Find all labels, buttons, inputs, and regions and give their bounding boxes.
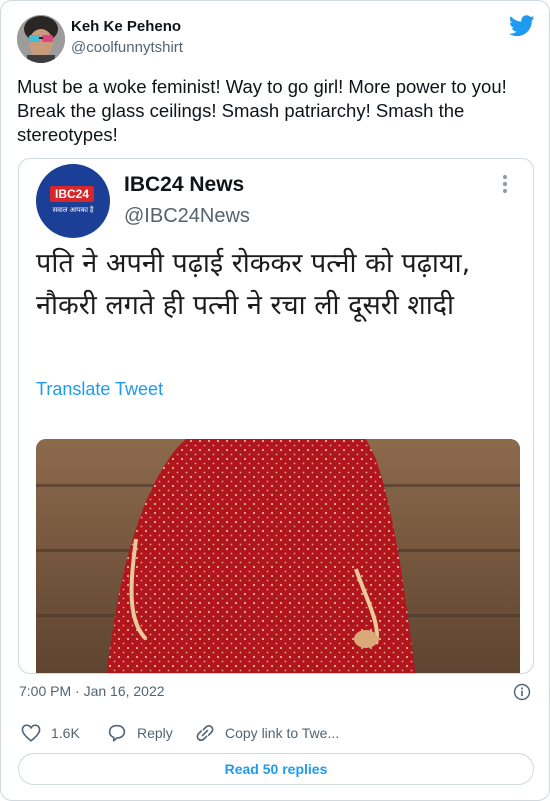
- avatar-image: [17, 15, 65, 63]
- reply-label: Reply: [137, 725, 173, 741]
- logo-tagline: सवाल आपका है: [52, 207, 94, 214]
- info-icon[interactable]: [513, 683, 531, 701]
- quoted-author-name[interactable]: IBC24 News: [124, 173, 244, 197]
- quoted-tweet[interactable]: IBC24 सवाल आपका है IBC24 News @IBC24News…: [18, 158, 534, 674]
- ibc24-logo[interactable]: IBC24 सवाल आपका है: [36, 164, 110, 238]
- copy-link-button[interactable]: Copy link to Twe...: [195, 723, 339, 743]
- like-button[interactable]: 1.6K: [21, 723, 80, 743]
- more-options-icon[interactable]: [499, 175, 511, 195]
- link-icon: [196, 724, 214, 742]
- logo-wordmark: IBC24: [50, 186, 94, 202]
- reply-icon: [108, 724, 126, 742]
- translate-tweet-link[interactable]: Translate Tweet: [36, 379, 163, 400]
- quoted-author-handle[interactable]: @IBC24News: [124, 205, 250, 228]
- tweet-timestamp[interactable]: 7:00 PM · Jan 16, 2022: [19, 683, 165, 699]
- embedded-tweet-card: Keh Ke Peheno @coolfunnytshirt Must be a…: [0, 0, 550, 801]
- quoted-tweet-photo[interactable]: [36, 439, 520, 673]
- author-handle[interactable]: @coolfunnytshirt: [71, 39, 183, 56]
- quoted-tweet-text: पति ने अपनी पढ़ाई रोककर पत्नी को पढ़ाया,…: [36, 248, 471, 321]
- tweet-text: Must be a woke feminist! Way to go girl!…: [17, 76, 507, 145]
- author-name[interactable]: Keh Ke Peheno: [71, 18, 181, 35]
- copy-link-label: Copy link to Twe...: [225, 725, 340, 741]
- heart-icon: [21, 724, 41, 742]
- reply-button[interactable]: Reply: [107, 723, 173, 743]
- author-avatar[interactable]: [17, 15, 65, 63]
- read-replies-button[interactable]: Read 50 replies: [18, 753, 534, 785]
- twitter-bird-icon[interactable]: [509, 15, 535, 37]
- like-count: 1.6K: [51, 725, 80, 741]
- bride-photo-image: [36, 439, 520, 673]
